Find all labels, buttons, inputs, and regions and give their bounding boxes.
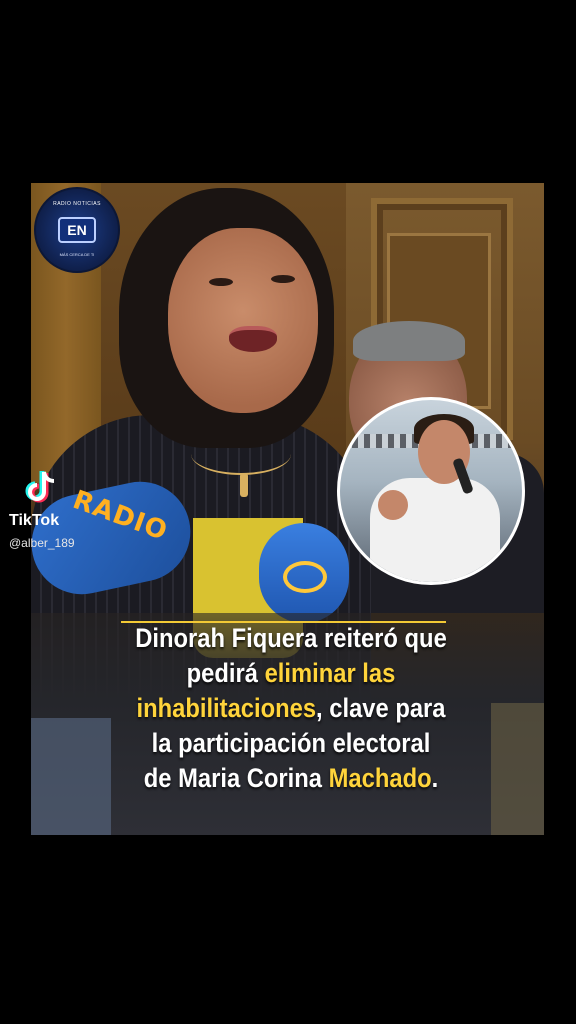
caption-highlight: eliminar las bbox=[264, 658, 396, 688]
caption-part: Dinorah Fiquera reiteró que bbox=[135, 623, 447, 653]
caption-highlight: Machado bbox=[328, 763, 432, 793]
crowd-sign-right bbox=[491, 703, 544, 835]
caption-part: . bbox=[431, 763, 439, 793]
caption-part: de Maria Corina bbox=[143, 763, 329, 793]
caption-part: la participación electoral bbox=[151, 728, 431, 758]
speaker-mouth bbox=[229, 326, 277, 352]
news-logo-bottom-text: MÁS CERCA DE TI bbox=[59, 252, 95, 257]
news-logo-mark: EN bbox=[58, 217, 96, 243]
caption-text: Dinorah Fiquera reiteró que pedirá elimi… bbox=[89, 621, 494, 796]
speaker-necklace bbox=[191, 433, 291, 475]
background-man-hair bbox=[353, 321, 465, 361]
speaker-right-eye bbox=[271, 275, 295, 283]
news-logo: RADIO NOTICIAS EN MÁS CERCA DE TI bbox=[34, 187, 120, 273]
speaker-face bbox=[168, 228, 318, 413]
caption-part: pedirá bbox=[186, 658, 265, 688]
caption-part: , clave para bbox=[316, 693, 446, 723]
caption-highlight: inhabilitaciones bbox=[136, 693, 317, 723]
speaker-left-eye bbox=[209, 278, 233, 286]
tiktok-username[interactable]: @alber_189 bbox=[9, 536, 75, 550]
tiktok-logo-icon bbox=[25, 471, 55, 503]
video-frame[interactable]: RADIO RADIO NOTICIAS EN MÁS CERCA DE TI … bbox=[31, 183, 544, 835]
tiktok-name: TikTok bbox=[9, 512, 60, 529]
microphone-logo-icon bbox=[283, 561, 327, 593]
speaker-pendant bbox=[240, 473, 248, 497]
inset-photo-circle bbox=[337, 397, 525, 585]
inset-person-fist bbox=[378, 490, 408, 520]
news-logo-top-text: RADIO NOTICIAS bbox=[53, 201, 101, 207]
